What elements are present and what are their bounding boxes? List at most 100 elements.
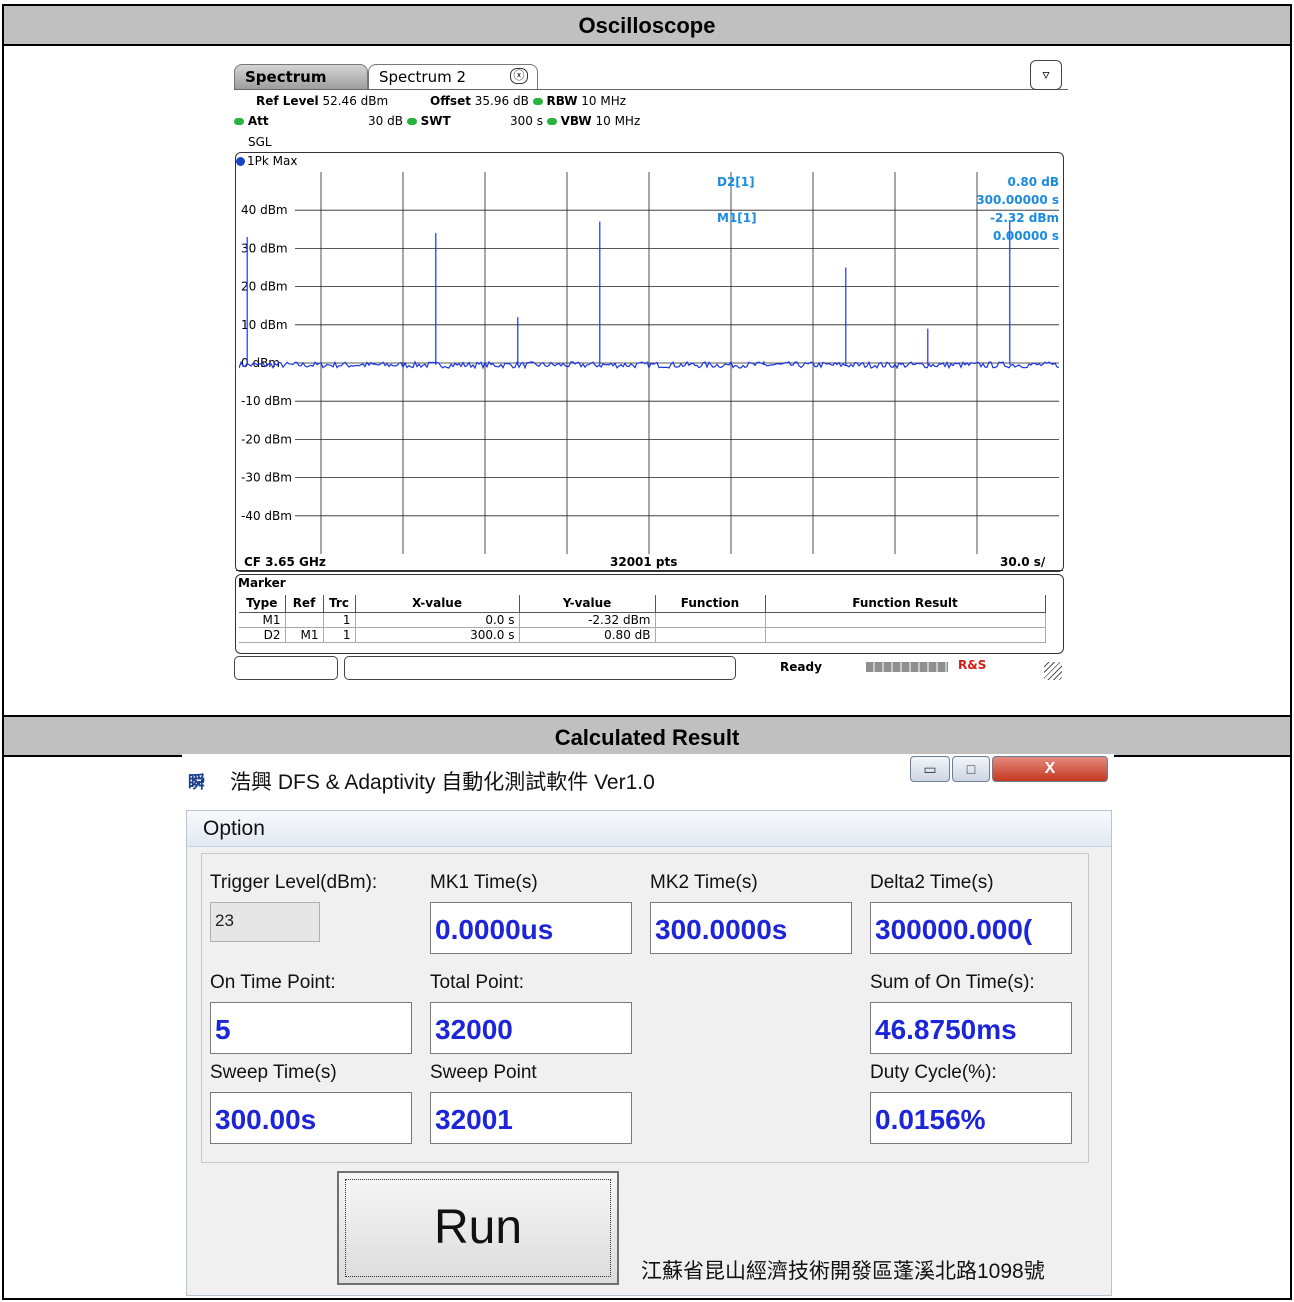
marker-d2-label: D2[1] — [717, 175, 755, 189]
att-label: Att — [247, 114, 269, 128]
offset-param: Offset 35.96 dB RBW 10 MHz — [430, 94, 626, 108]
trace-icon — [236, 157, 245, 166]
table-cell: 300.0 s — [355, 627, 520, 643]
pulse-marks — [246, 221, 1011, 365]
minimize-button[interactable]: ▭ — [910, 756, 950, 782]
total-point-label: Total Point: — [430, 972, 524, 993]
sweep-point-label: Sweep Point — [430, 1062, 537, 1083]
sweep-point-field[interactable]: 32001 — [430, 1092, 632, 1144]
att-swt-param: 30 dB SWT — [368, 114, 451, 128]
rbw-value: 10 MHz — [581, 94, 627, 108]
tab-spectrum[interactable]: Spectrum — [234, 64, 368, 90]
run-button-label: Run — [345, 1179, 611, 1277]
marker-table-header: Type Ref Trc X-value Y-value Function Fu… — [239, 595, 1046, 613]
vbw-value: 10 MHz — [595, 114, 641, 128]
y-tick-label: 10 dBm — [241, 318, 288, 332]
status-field-left[interactable] — [234, 656, 338, 680]
led-icon — [546, 118, 557, 125]
led-icon — [406, 118, 417, 125]
marker-table: Type Ref Trc X-value Y-value Function Fu… — [239, 595, 1046, 643]
table-cell — [655, 627, 766, 643]
sum-on-time-field[interactable]: 46.8750ms — [870, 1002, 1072, 1054]
table-row: M1 1 0.0 s -2.32 dBm — [239, 612, 1046, 628]
y-tick-label: 30 dBm — [241, 241, 288, 255]
table-cell: 1 — [323, 627, 356, 643]
led-icon — [532, 98, 543, 105]
offset-label: Offset — [430, 94, 471, 108]
swt-label: SWT — [420, 114, 451, 128]
status-field-message[interactable] — [344, 656, 736, 680]
marker-readout-4: 0.00000 s — [993, 229, 1059, 243]
y-tick-label: -40 dBm — [241, 509, 292, 523]
marker-m1-label: M1[1] — [717, 211, 757, 225]
run-button[interactable]: Run — [337, 1171, 619, 1285]
progress-bar — [866, 662, 948, 672]
trigger-level-input[interactable]: 23 — [210, 902, 320, 942]
col-type: Type — [239, 595, 286, 613]
on-time-point-label: On Time Point: — [210, 972, 336, 993]
delta2-time-field[interactable]: 300000.000( — [870, 902, 1072, 954]
table-row: D2 M1 1 300.0 s 0.80 dB — [239, 627, 1046, 643]
mk1-time-label: MK1 Time(s) — [430, 872, 538, 893]
led-icon — [234, 118, 244, 125]
tab-divider — [234, 89, 1068, 90]
duty-cycle-field[interactable]: 0.0156% — [870, 1092, 1072, 1144]
resize-grip-icon[interactable] — [1044, 662, 1062, 680]
y-tick-label: -20 dBm — [241, 432, 292, 446]
table-cell: 1 — [323, 612, 356, 628]
table-cell: D2 — [239, 627, 286, 643]
sweep-time-field[interactable]: 300.00s — [210, 1092, 412, 1144]
mk1-time-field[interactable]: 0.0000us — [430, 902, 632, 954]
trigger-level-label: Trigger Level(dBm): — [210, 872, 378, 893]
spectrum-plot: 40 dBm30 dBm20 dBm10 dBm0 dBm-10 dBm-20 … — [239, 172, 1060, 554]
window-title: 浩興 DFS & Adaptivity 自動化測試軟件 Ver1.0 — [230, 771, 655, 794]
offset-value: 35.96 dB — [474, 94, 529, 108]
swt-value: 300 s — [510, 114, 543, 128]
status-ready: Ready — [780, 660, 822, 674]
table-cell: M1 — [239, 612, 286, 628]
on-time-point-field[interactable]: 5 — [210, 1002, 412, 1054]
y-tick-label: -30 dBm — [241, 471, 292, 485]
total-point-field[interactable]: 32000 — [430, 1002, 632, 1054]
delta2-time-label: Delta2 Time(s) — [870, 872, 994, 893]
sweep-points: 32001 pts — [610, 555, 678, 569]
col-function: Function — [655, 595, 766, 613]
col-y-value: Y-value — [519, 595, 656, 613]
time-scale: 30.0 s/ — [1000, 555, 1046, 569]
sum-on-time-label: Sum of On Time(s): — [870, 972, 1035, 993]
app-icon: 瞬 — [188, 773, 205, 792]
table-cell: M1 — [285, 627, 324, 643]
calculated-result-header: Calculated Result — [4, 715, 1290, 757]
y-tick-label: -10 dBm — [241, 394, 292, 408]
menu-option[interactable]: Option — [203, 817, 265, 841]
company-address: 江蘇省昆山經濟技術開發區蓬溪北路1098號 — [641, 1260, 1045, 1283]
trace-label: 1Pk Max — [236, 154, 297, 168]
vbw-label: VBW — [560, 114, 592, 128]
sgl-label: SGL — [248, 135, 272, 149]
col-function-result: Function Result — [765, 595, 1046, 613]
close-button[interactable]: X — [992, 756, 1108, 782]
marker-panel-title: Marker — [238, 576, 286, 590]
rbw-label: RBW — [546, 94, 578, 108]
title-bar: 瞬 浩興 DFS & Adaptivity 自動化測試軟件 Ver1.0 ▭ □… — [182, 754, 1114, 810]
y-tick-label: 20 dBm — [241, 280, 288, 294]
table-cell — [285, 612, 324, 628]
sweep-time-label: Sweep Time(s) — [210, 1062, 337, 1083]
marker-labels: D2[1] M1[1] 0.80 dB 300.00000 s -2.32 dB… — [717, 175, 1059, 243]
table-cell — [655, 612, 766, 628]
col-ref: Ref — [285, 595, 324, 613]
duty-cycle-label: Duty Cycle(%): — [870, 1062, 997, 1083]
table-cell: 0.80 dB — [519, 627, 656, 643]
tab-close-icon[interactable]: ⓧ — [510, 68, 528, 84]
menu-dropdown-icon[interactable]: ▿ — [1030, 60, 1062, 90]
trace-label-text: 1Pk Max — [247, 154, 298, 168]
spectrum-analyzer-screen: Spectrum Spectrum 2 ⓧ ▿ Ref Level 52.46 … — [230, 56, 1070, 686]
center-frequency: CF 3.65 GHz — [244, 555, 326, 569]
marker-readout-3: -2.32 dBm — [990, 211, 1059, 225]
col-trc: Trc — [323, 595, 356, 613]
dfs-software-window: 瞬 浩興 DFS & Adaptivity 自動化測試軟件 Ver1.0 ▭ □… — [182, 754, 1114, 1296]
maximize-button[interactable]: □ — [952, 756, 990, 782]
marker-readout-1: 0.80 dB — [1007, 175, 1059, 189]
swt-vbw-param: 300 s VBW 10 MHz — [510, 114, 640, 128]
mk2-time-field[interactable]: 300.0000s — [650, 902, 852, 954]
